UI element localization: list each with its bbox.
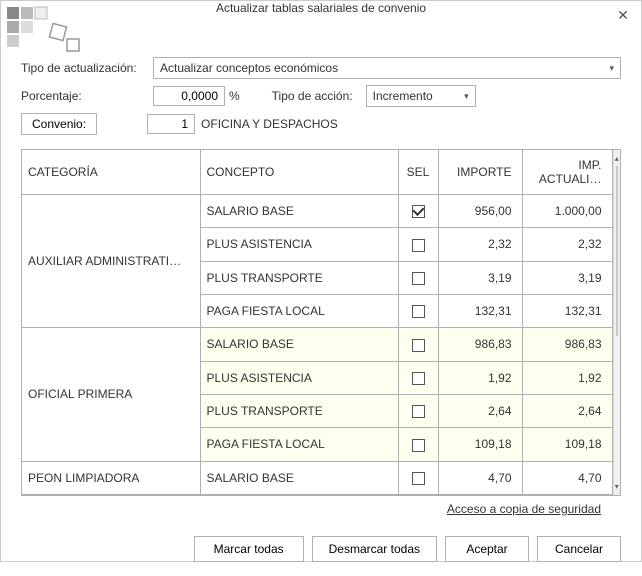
close-icon[interactable]: ✕ [613,5,633,25]
concepto-cell: PLUS ASISTENCIA [200,228,398,261]
dialog-window: Actualizar tablas salariales de convenio… [0,0,642,562]
actuali-cell: 3,19 [522,261,612,294]
cancelar-button[interactable]: Cancelar [537,536,621,562]
sel-cell [398,428,438,461]
scroll-up-icon[interactable]: ▴ [614,150,621,166]
dialog-title: Actualizar tablas salariales de convenio [216,1,426,15]
actuali-cell: 1.000,00 [522,195,612,228]
sel-cell [398,394,438,427]
col-sel[interactable]: SEL [398,150,438,195]
concepto-cell: PLUS TRANSPORTE [200,394,398,427]
importe-cell: 956,00 [438,195,522,228]
importe-cell: 3,19 [438,261,522,294]
concepto-cell: SALARIO BASE [200,328,398,361]
convenio-button[interactable]: Convenio: [21,113,97,135]
scroll-down-icon[interactable]: ▾ [614,479,621,495]
checkbox[interactable] [412,372,425,385]
porcentaje-label: Porcentaje: [21,89,153,103]
accion-value: Incremento [373,89,433,103]
checkbox[interactable] [412,272,425,285]
checkbox[interactable] [412,305,425,318]
porcentaje-input[interactable] [153,86,225,106]
concepto-cell: PLUS ASISTENCIA [200,361,398,394]
col-concepto[interactable]: CONCEPTO [200,150,398,195]
actuali-cell: 1,92 [522,361,612,394]
accion-label: Tipo de acción: [272,89,366,103]
actuali-cell: 4,70 [522,461,612,494]
sel-cell [398,228,438,261]
marcar-button[interactable]: Marcar todas [194,536,304,562]
concepto-cell: PLUS TRANSPORTE [200,261,398,294]
vertical-scrollbar[interactable]: ▴ ▾ [613,150,621,495]
checkbox[interactable] [412,405,425,418]
convenio-num-input[interactable] [147,114,195,134]
importe-cell: 986,83 [438,328,522,361]
importe-cell: 109,18 [438,428,522,461]
actuali-cell: 2,32 [522,228,612,261]
col-actuali[interactable]: IMP. ACTUALI… [522,150,612,195]
importe-cell: 2,32 [438,228,522,261]
convenio-text: OFICINA Y DESPACHOS [201,117,338,131]
chevron-down-icon: ▾ [464,91,469,102]
backup-link[interactable]: Acceso a copia de seguridad [21,496,621,520]
table-row[interactable]: PEON LIMPIADORASALARIO BASE 4,704,70 [22,461,612,494]
importe-cell: 2,64 [438,394,522,427]
salary-table: CATEGORÍA CONCEPTO SEL IMPORTE IMP. ACTU… [22,150,613,495]
sel-cell [398,261,438,294]
actuali-cell: 132,31 [522,294,612,327]
actuali-cell: 109,18 [522,428,612,461]
concepto-cell: SALARIO BASE [200,195,398,228]
checkbox[interactable] [412,339,425,352]
importe-cell: 4,70 [438,461,522,494]
table-row[interactable]: OFICIAL PRIMERASALARIO BASE986,83986,83 [22,328,612,361]
sel-cell [398,328,438,361]
aceptar-button[interactable]: Aceptar [445,536,529,562]
col-importe[interactable]: IMPORTE [438,150,522,195]
table-container: CATEGORÍA CONCEPTO SEL IMPORTE IMP. ACTU… [21,149,621,496]
actuali-cell: 2,64 [522,394,612,427]
sel-cell [398,461,438,494]
titlebar: Actualizar tablas salariales de convenio… [1,1,641,15]
sel-cell [398,195,438,228]
checkbox[interactable] [412,239,425,252]
actuali-cell: 986,83 [522,328,612,361]
checkbox[interactable] [412,205,425,218]
desmarcar-button[interactable]: Desmarcar todas [312,536,437,562]
checkbox[interactable] [412,472,425,485]
concepto-cell: PAGA FIESTA LOCAL [200,294,398,327]
col-categoria[interactable]: CATEGORÍA [22,150,200,195]
scroll-thumb[interactable] [616,166,619,336]
porcentaje-unit: % [229,89,240,103]
table-row[interactable]: AUXILIAR ADMINISTRATI…SALARIO BASE956,00… [22,195,612,228]
content-area: Tipo de actualización: Actualizar concep… [1,15,641,528]
sel-cell [398,294,438,327]
concepto-cell: SALARIO BASE [200,461,398,494]
accion-select[interactable]: Incremento ▾ [366,85,476,107]
concepto-cell: PAGA FIESTA LOCAL [200,428,398,461]
form-section: Tipo de actualización: Actualizar concep… [21,57,621,141]
chevron-down-icon: ▾ [609,63,614,74]
importe-cell: 132,31 [438,294,522,327]
scroll-track[interactable] [614,166,621,479]
importe-cell: 1,92 [438,361,522,394]
app-logo-icon [5,5,85,55]
tipo-select[interactable]: Actualizar conceptos económicos ▾ [153,57,621,79]
checkbox[interactable] [412,439,425,452]
categoria-cell: AUXILIAR ADMINISTRATI… [22,195,200,328]
button-bar: Marcar todas Desmarcar todas Aceptar Can… [1,528,641,576]
sel-cell [398,361,438,394]
categoria-cell: PEON LIMPIADORA [22,461,200,494]
table-header-row: CATEGORÍA CONCEPTO SEL IMPORTE IMP. ACTU… [22,150,612,195]
tipo-label: Tipo de actualización: [21,61,153,75]
categoria-cell: OFICIAL PRIMERA [22,328,200,461]
tipo-value: Actualizar conceptos económicos [160,61,338,75]
